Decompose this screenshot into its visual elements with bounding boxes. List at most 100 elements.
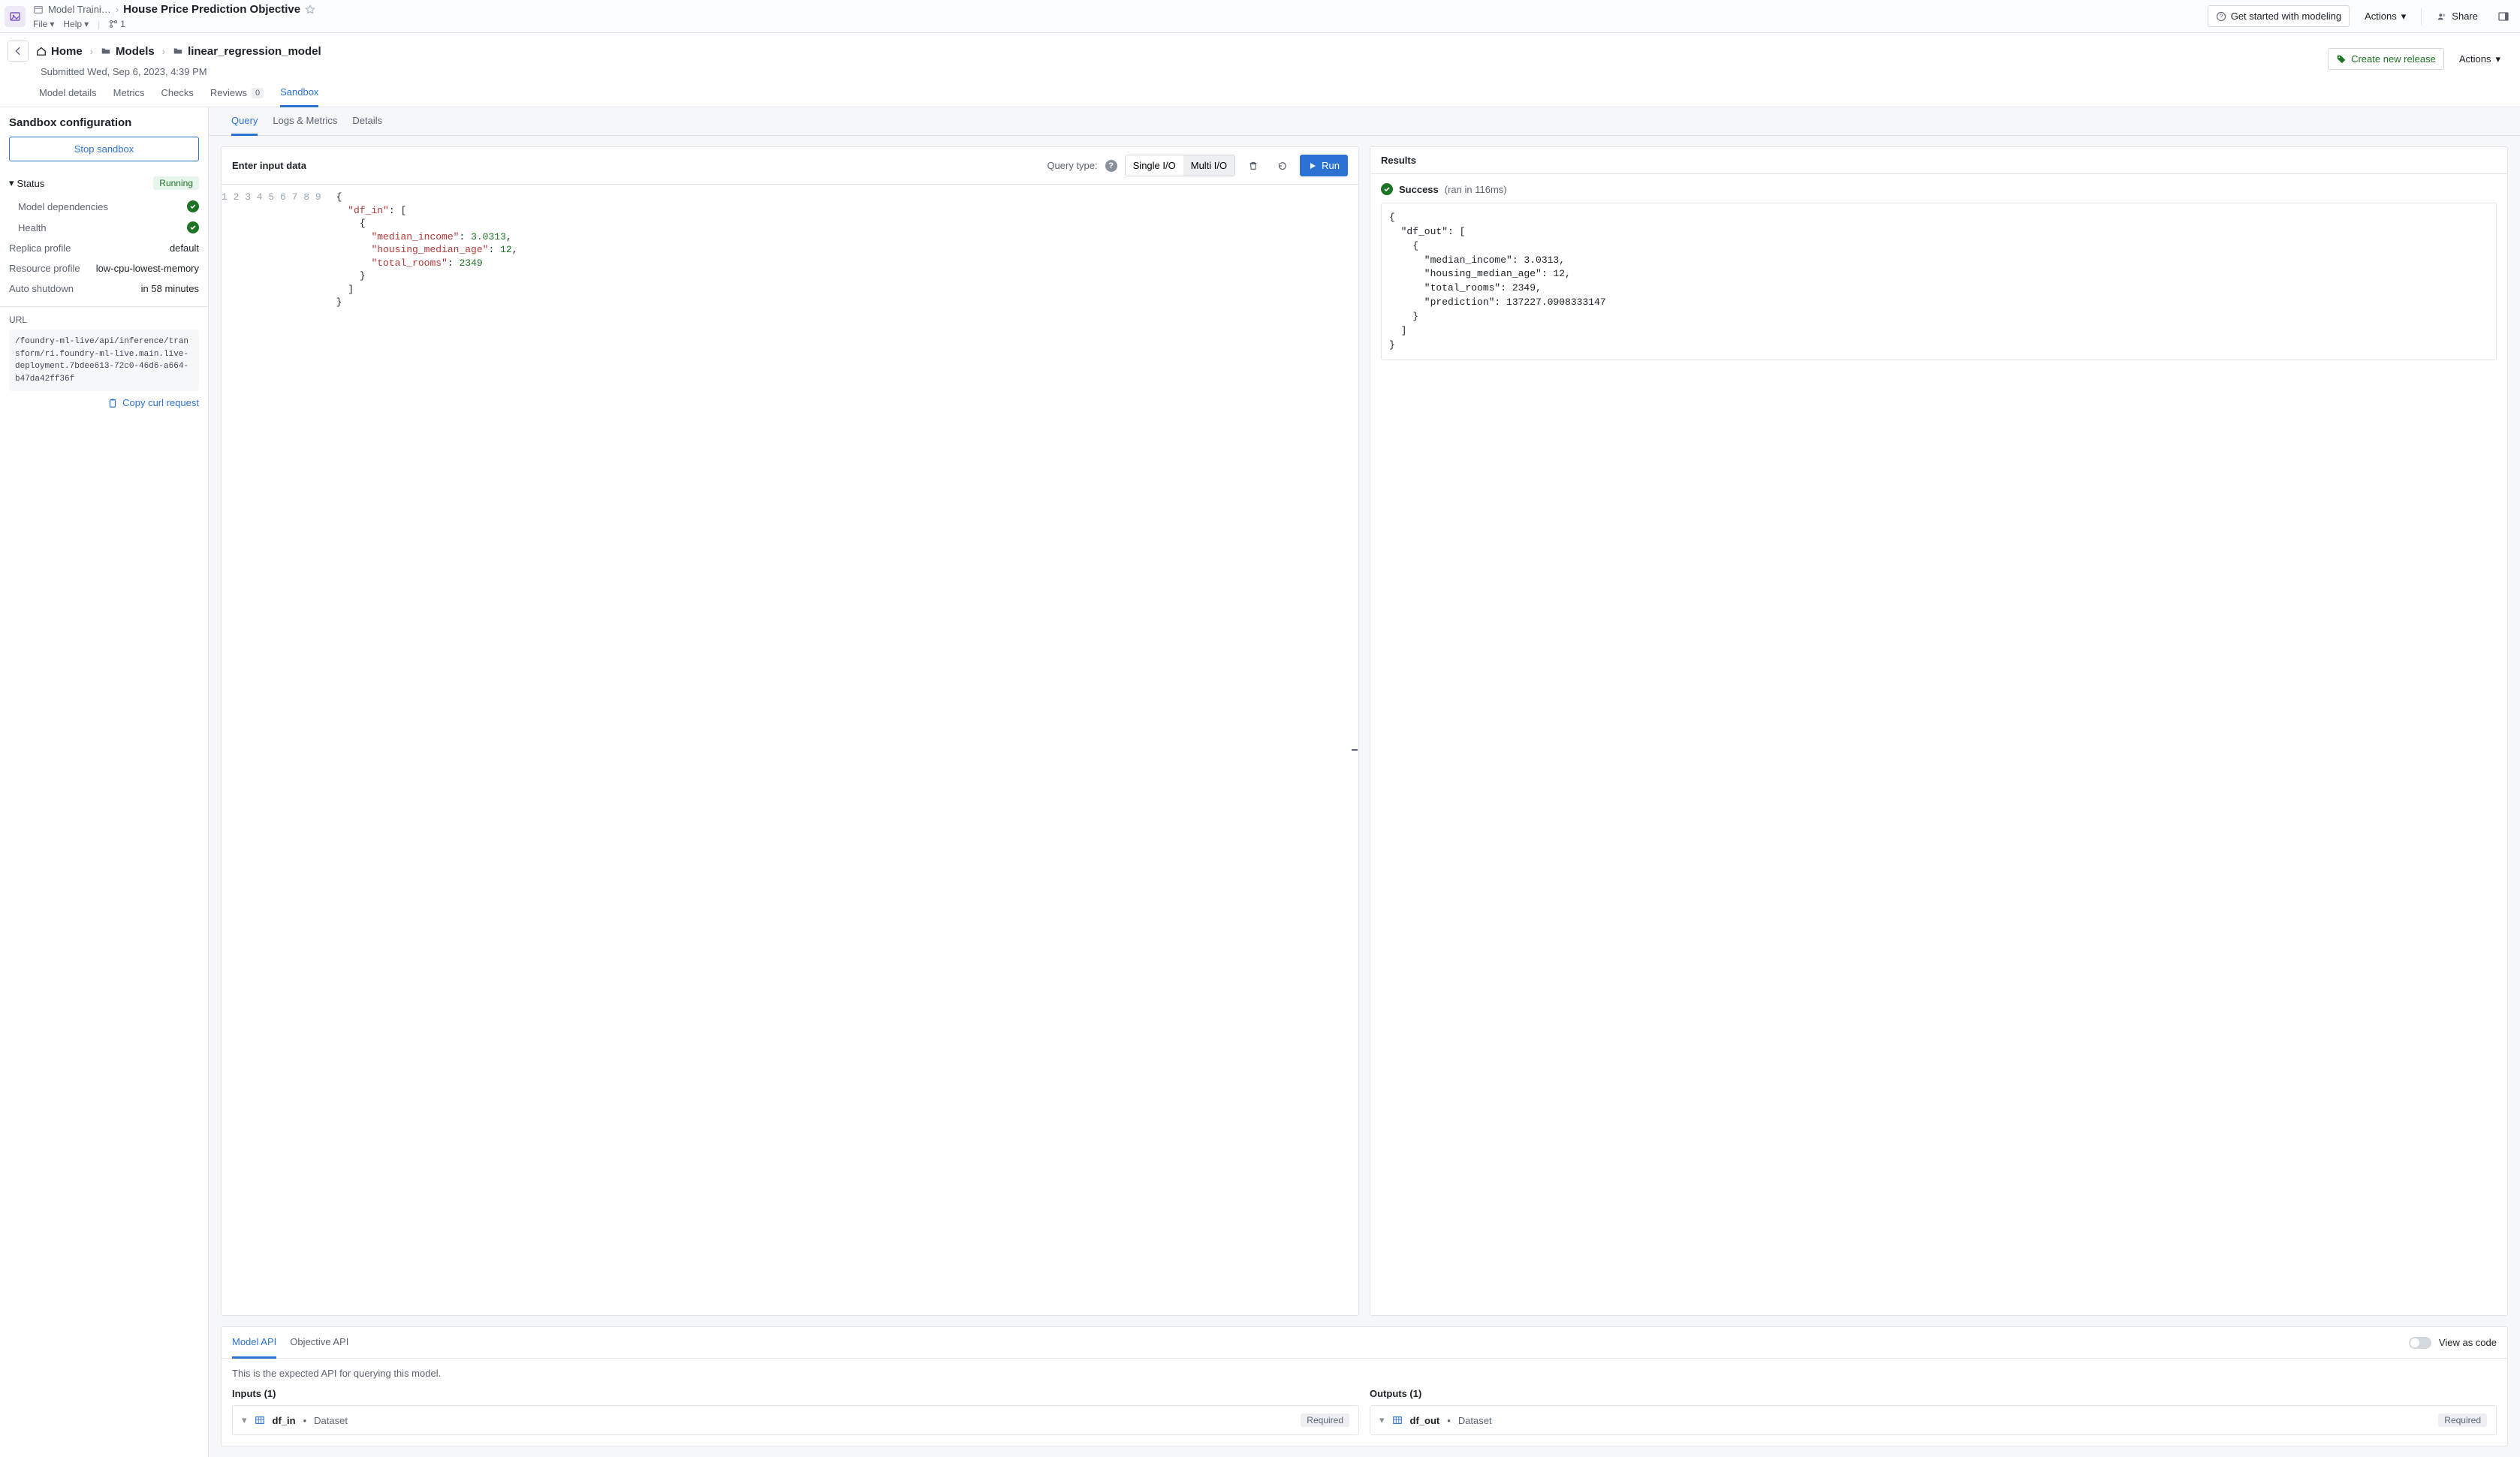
api-panel: Model API Objective API View as code Thi… xyxy=(221,1326,2508,1446)
sidebar: Sandbox configuration Stop sandbox ▾ Sta… xyxy=(0,107,209,1457)
delete-button[interactable] xyxy=(1243,155,1264,176)
box-icon xyxy=(33,5,44,15)
tab-objective-api[interactable]: Objective API xyxy=(290,1327,348,1358)
page-actions-menu[interactable]: Actions▾ xyxy=(2452,49,2508,70)
undo-icon xyxy=(1277,161,1287,171)
content: Query Logs & Metrics Details Enter input… xyxy=(209,107,2520,1457)
file-menu[interactable]: File▾ xyxy=(33,19,54,29)
query-panel: Enter input data Query type: ? Single I/… xyxy=(221,146,1359,1316)
tab-query[interactable]: Query xyxy=(231,115,258,136)
branch-indicator[interactable]: 1 xyxy=(109,19,125,29)
url-label: URL xyxy=(9,315,199,325)
top-crumbs-wrap: Model Traini… › House Price Prediction O… xyxy=(33,3,2208,29)
breadcrumb-home[interactable]: Home xyxy=(36,45,83,58)
submitted-timestamp: Submitted Wed, Sep 6, 2023, 4:39 PM xyxy=(41,66,321,77)
single-io-button[interactable]: Single I/O xyxy=(1126,155,1183,176)
resize-handle[interactable] xyxy=(1351,743,1358,757)
copy-curl-link[interactable]: Copy curl request xyxy=(9,397,199,408)
panels: Enter input data Query type: ? Single I/… xyxy=(221,146,2508,1316)
star-icon[interactable] xyxy=(305,5,315,15)
help-circle-icon: ? xyxy=(2216,11,2226,22)
results-output[interactable]: { "df_out": [ { "median_income": 3.0313,… xyxy=(1381,203,2497,360)
branch-icon xyxy=(109,20,118,29)
stop-sandbox-button[interactable]: Stop sandbox xyxy=(9,137,199,161)
chevron-right-icon: › xyxy=(90,46,93,57)
check-circle-icon xyxy=(187,200,199,212)
chevron-down-icon[interactable]: ▾ xyxy=(242,1414,247,1426)
status-section-header[interactable]: ▾ Status Running xyxy=(9,176,199,190)
query-type-toggle: Single I/O Multi I/O xyxy=(1125,155,1236,176)
required-badge: Required xyxy=(2438,1413,2487,1427)
folder-icon xyxy=(173,46,183,56)
chevron-down-icon: ▾ xyxy=(9,177,14,189)
tab-reviews[interactable]: Reviews 0 xyxy=(210,86,264,107)
play-icon xyxy=(1308,161,1317,170)
chevron-right-icon: › xyxy=(162,46,165,57)
table-icon xyxy=(255,1415,265,1425)
sidebar-heading: Sandbox configuration xyxy=(9,116,199,129)
replica-profile-row: Replica profile default xyxy=(9,238,199,258)
top-crumbs: Model Traini… › House Price Prediction O… xyxy=(33,3,2208,16)
api-tabs: Model API Objective API View as code xyxy=(222,1327,2507,1359)
trash-icon xyxy=(1248,161,1258,171)
reviews-count-badge: 0 xyxy=(252,88,264,98)
tab-model-details[interactable]: Model details xyxy=(39,86,97,107)
multi-io-button[interactable]: Multi I/O xyxy=(1183,155,1234,176)
resource-profile-row: Resource profile low-cpu-lowest-memory xyxy=(9,258,199,278)
code-body[interactable]: { "df_in": [ { "median_income": 3.0313, … xyxy=(329,185,1358,1315)
inputs-heading: Inputs (1) xyxy=(232,1388,1359,1399)
folder-icon xyxy=(101,46,111,56)
tab-logs[interactable]: Logs & Metrics xyxy=(273,115,337,135)
inputs-col: Inputs (1) ▾ df_in • Dataset Required xyxy=(232,1388,1359,1435)
help-circle-icon[interactable]: ? xyxy=(1105,160,1117,172)
view-as-code-label: View as code xyxy=(2439,1337,2497,1348)
status-badge: Running xyxy=(153,176,199,190)
topbar: Model Traini… › House Price Prediction O… xyxy=(0,0,2520,33)
run-button[interactable]: Run xyxy=(1300,155,1348,176)
results-panel: Results Success (ran in 116ms) { "df_out… xyxy=(1370,146,2508,1316)
tab-sandbox[interactable]: Sandbox xyxy=(280,86,318,107)
get-started-button[interactable]: ? Get started with modeling xyxy=(2208,5,2350,27)
top-actions-menu[interactable]: Actions▾ xyxy=(2357,6,2413,27)
results-status: Success (ran in 116ms) xyxy=(1381,183,2497,195)
crumb-parent[interactable]: Model Traini… xyxy=(48,4,111,15)
results-panel-title: Results xyxy=(1381,155,1416,166)
people-icon xyxy=(2437,11,2447,22)
workarea: Enter input data Query type: ? Single I/… xyxy=(209,136,2520,1457)
topbar-right: ? Get started with modeling Actions▾ Sha… xyxy=(2208,5,2514,27)
tab-metrics[interactable]: Metrics xyxy=(113,86,145,107)
breadcrumb: Home › Models › linear_regression_model xyxy=(8,41,321,62)
breadcrumb-bar: Home › Models › linear_regression_model … xyxy=(0,33,2520,77)
menubar: File▾ Help▾ | 1 xyxy=(33,19,2208,29)
back-button[interactable] xyxy=(8,41,29,62)
bar2-actions: Create new release Actions▾ xyxy=(2328,48,2508,70)
check-circle-icon xyxy=(1381,183,1393,195)
breadcrumb-models[interactable]: Models xyxy=(101,45,155,58)
url-value[interactable]: /foundry-ml-live/api/inference/transform… xyxy=(9,330,199,391)
create-release-button[interactable]: Create new release xyxy=(2328,48,2444,70)
tab-checks[interactable]: Checks xyxy=(161,86,194,107)
outputs-col: Outputs (1) ▾ df_out • Dataset Required xyxy=(1370,1388,2497,1435)
reset-button[interactable] xyxy=(1271,155,1292,176)
panel-toggle-button[interactable] xyxy=(2493,6,2514,27)
input-card[interactable]: ▾ df_in • Dataset Required xyxy=(232,1405,1359,1435)
share-button[interactable]: Share xyxy=(2429,6,2485,26)
tab-model-api[interactable]: Model API xyxy=(232,1327,276,1359)
tab-details[interactable]: Details xyxy=(352,115,382,135)
help-menu[interactable]: Help▾ xyxy=(63,19,89,29)
results-body: Success (ran in 116ms) { "df_out": [ { "… xyxy=(1370,174,2507,1315)
code-editor[interactable]: 1 2 3 4 5 6 7 8 9 { "df_in": [ { "median… xyxy=(222,185,1358,1315)
query-type-label: Query type: xyxy=(1047,160,1097,171)
panel-right-icon xyxy=(2497,11,2509,23)
app-logo[interactable] xyxy=(5,6,26,27)
main: Sandbox configuration Stop sandbox ▾ Sta… xyxy=(0,107,2520,1457)
content-tabs: Query Logs & Metrics Details xyxy=(209,107,2520,136)
chevron-down-icon[interactable]: ▾ xyxy=(1379,1414,1385,1426)
output-card[interactable]: ▾ df_out • Dataset Required xyxy=(1370,1405,2497,1435)
query-panel-title: Enter input data xyxy=(232,160,306,171)
model-dependencies-row: Model dependencies xyxy=(9,196,199,217)
breadcrumb-leaf[interactable]: linear_regression_model xyxy=(173,45,321,58)
required-badge: Required xyxy=(1301,1413,1349,1427)
view-as-code-toggle[interactable] xyxy=(2409,1337,2431,1349)
results-panel-header: Results xyxy=(1370,147,2507,174)
